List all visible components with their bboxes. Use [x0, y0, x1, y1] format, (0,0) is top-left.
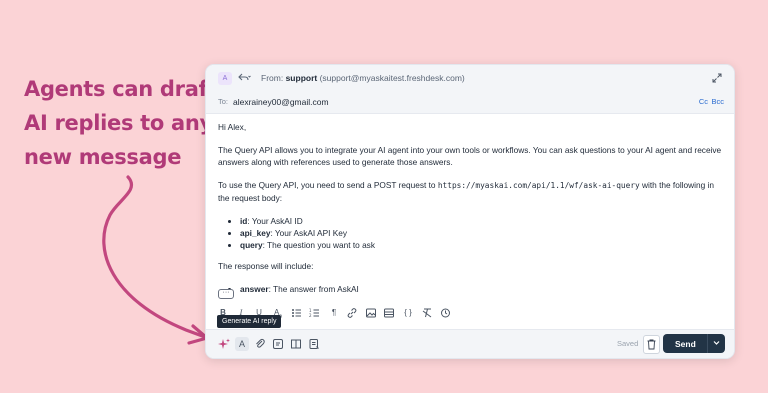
paragraph-icon[interactable]: ¶: [328, 307, 340, 319]
saved-status: Saved: [617, 339, 639, 348]
numbered-list-icon[interactable]: 12: [309, 307, 321, 319]
tooltip-generate-ai-reply: Generate AI reply: [217, 315, 282, 328]
list-item: api_key: Your AskAI API Key: [240, 227, 724, 239]
discard-button[interactable]: [643, 335, 660, 354]
image-icon[interactable]: [365, 307, 377, 319]
bullet-key: query: [240, 240, 263, 250]
list-item: id: Your AskAI ID: [240, 215, 724, 227]
bullet-text: : The answer from AskAI: [268, 284, 359, 293]
from-name: support: [285, 73, 318, 83]
promo-line-3: new message: [24, 145, 182, 169]
from-address: (support@myaskaitest.freshdesk.com): [319, 73, 465, 83]
bcc-button[interactable]: Bcc: [711, 97, 724, 106]
to-field[interactable]: alexrainey00@gmail.com: [233, 97, 329, 107]
send-button[interactable]: Send: [663, 334, 725, 353]
promo-line-1: Agents can draft: [24, 77, 218, 101]
clear-format-icon[interactable]: [421, 307, 433, 319]
bullet-key: answer: [240, 284, 269, 293]
response-intro: The response will include:: [218, 261, 314, 271]
request-body-list: id: Your AskAI ID api_key: Your AskAI AP…: [218, 215, 724, 251]
trash-icon: [647, 339, 656, 350]
avatar: A: [218, 72, 232, 85]
show-quoted-button[interactable]: ···: [218, 289, 234, 299]
bullet-list-icon[interactable]: [291, 307, 303, 319]
to-row: To: alexrainey00@gmail.com Cc Bcc: [206, 91, 734, 114]
promo-text: Agents can draft AI replies to any new m…: [24, 72, 217, 174]
composer-footer: A Saved Send: [206, 329, 734, 358]
response-list: answer: The answer from AskAI: [218, 283, 724, 293]
bullet-text: : Your AskAI API Key: [270, 228, 348, 238]
svg-text:2: 2: [309, 313, 312, 318]
paragraph-1: The Query API allows you to integrate yo…: [218, 145, 722, 167]
from-label: From:: [261, 73, 284, 83]
canned-response-icon[interactable]: [271, 337, 285, 351]
bullet-text: : Your AskAI ID: [247, 216, 303, 226]
table-icon[interactable]: [383, 307, 395, 319]
send-label: Send: [675, 339, 696, 349]
email-composer: A From: support (support@myaskaitest.fre…: [205, 64, 735, 359]
list-item: answer: The answer from AskAI: [240, 283, 724, 293]
attachment-icon[interactable]: [253, 337, 267, 351]
expand-icon[interactable]: [712, 73, 722, 83]
bullet-key: api_key: [240, 228, 271, 238]
paragraph-2: To use the Query API, you need to send a…: [218, 179, 724, 204]
send-divider: [707, 334, 708, 353]
email-body[interactable]: Hi Alex, The Query API allows you to int…: [218, 121, 724, 293]
sparkle-icon[interactable]: [217, 337, 231, 351]
code-icon[interactable]: { }: [402, 307, 414, 319]
chevron-down-icon[interactable]: [712, 338, 721, 347]
bullet-text: : The question you want to ask: [262, 240, 375, 250]
history-icon[interactable]: [439, 307, 451, 319]
text-format-icon[interactable]: A: [235, 337, 249, 351]
paragraph-2-start: To use the Query API, you need to send a…: [218, 180, 438, 190]
from-field[interactable]: From: support (support@myaskaitest.fresh…: [261, 73, 465, 83]
promo-line-2: AI replies to any: [24, 111, 213, 135]
from-row: A From: support (support@myaskaitest.fre…: [206, 65, 734, 92]
greeting: Hi Alex,: [218, 122, 247, 132]
formatting-toolbar: B I U Aa 12 ¶ { }: [206, 303, 734, 323]
list-item: query: The question you want to ask: [240, 239, 724, 251]
to-label: To:: [218, 97, 229, 106]
article-icon[interactable]: [289, 337, 303, 351]
cc-button[interactable]: Cc: [699, 97, 708, 106]
reply-all-icon[interactable]: [237, 72, 251, 83]
template-icon[interactable]: [307, 337, 321, 351]
api-url: https://myaskai.com/api/1.1/wf/ask-ai-qu…: [437, 181, 640, 190]
link-icon[interactable]: [346, 307, 358, 319]
